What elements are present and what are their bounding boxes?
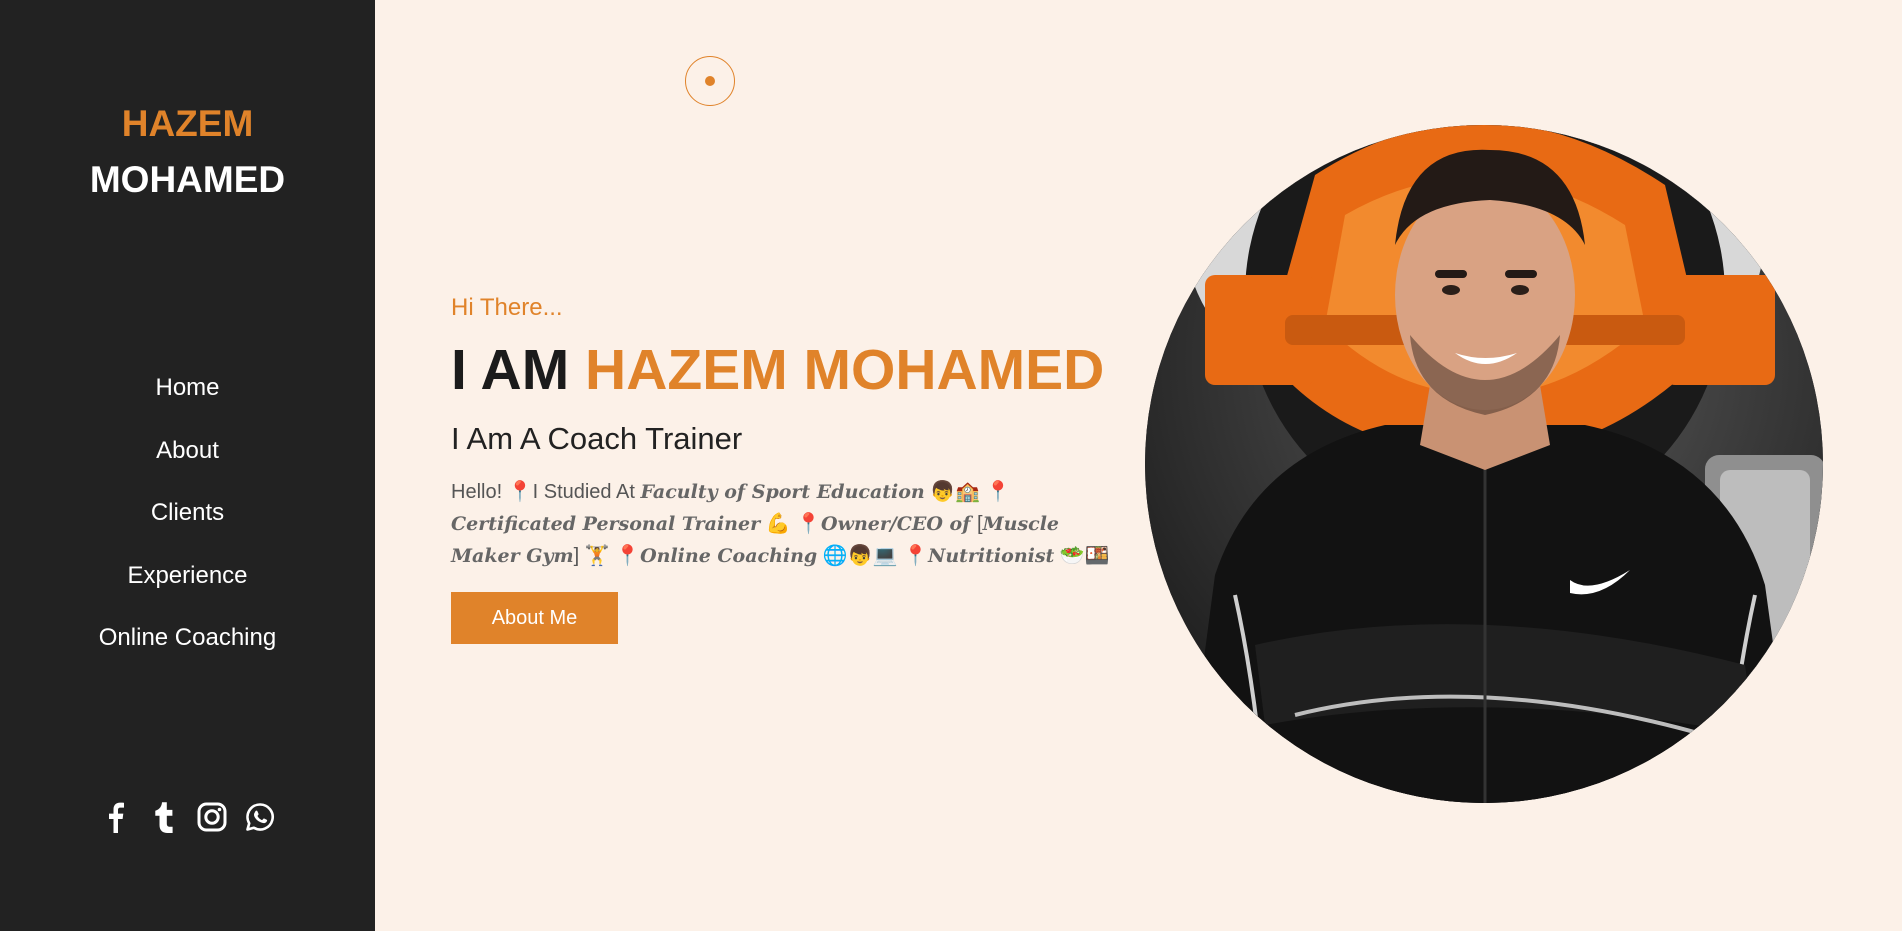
school-icon: 🏫 — [955, 481, 981, 503]
bio-online: Online Coaching — [640, 545, 818, 567]
nav-item-online-coaching[interactable]: Online Coaching — [99, 624, 276, 652]
bio-trainer: Certificated Personal Trainer — [451, 513, 761, 535]
brand-first-name: HAZEM — [121, 103, 254, 144]
sidebar: HAZEM MOHAMED Home About Clients Experie… — [0, 0, 375, 931]
nav-item-home[interactable]: Home — [155, 374, 219, 402]
headline-prefix: I AM — [451, 338, 586, 402]
bio-nutrition: Nutritionist — [927, 545, 1055, 567]
bio-studied: I Studied At — [532, 481, 641, 503]
facebook-icon[interactable] — [101, 800, 131, 834]
bio-hello: Hello! — [451, 481, 508, 503]
profile-photo — [1145, 125, 1823, 803]
pin-icon: 📍 — [985, 481, 1011, 503]
pin-icon: 📍 — [796, 513, 822, 535]
greeting: Hi There... — [451, 294, 563, 321]
bio-faculty: Faculty of Sport Education — [640, 481, 925, 503]
scroll-indicator-dot — [705, 76, 715, 86]
nav-item-clients[interactable]: Clients — [151, 499, 224, 527]
globe-icon: 🌐 — [822, 545, 848, 567]
bento-icon: 🍱 — [1084, 545, 1110, 567]
nav-item-about[interactable]: About — [156, 437, 219, 465]
brand-last-name: MOHAMED — [89, 159, 286, 200]
laptop-icon: 💻 — [872, 545, 898, 567]
headline-name: HAZEM MOHAMED — [585, 338, 1105, 402]
bio-owner: Owner/CEO of — [821, 513, 978, 535]
about-me-button[interactable]: About Me — [451, 592, 618, 644]
pin-icon: 📍 — [615, 545, 641, 567]
bio-bracket-close: ] — [573, 545, 580, 567]
weightlifter-icon: 🏋 — [584, 545, 610, 567]
whatsapp-icon[interactable] — [245, 800, 275, 834]
bio: Hello! 📍I Studied At Faculty of Sport Ed… — [451, 476, 1121, 572]
main-nav: Home About Clients Experience Online Coa… — [0, 357, 375, 670]
social-links — [0, 800, 375, 834]
boy-icon: 👦 — [930, 481, 956, 503]
tumblr-icon[interactable] — [149, 800, 179, 834]
instagram-icon[interactable] — [197, 800, 227, 834]
pin-icon: 📍 — [507, 481, 533, 503]
page-title: I AM HAZEM MOHAMED — [451, 334, 1104, 406]
salad-icon: 🥗 — [1059, 545, 1085, 567]
flexed-biceps-icon: 💪 — [765, 513, 791, 535]
subtitle: I Am A Coach Trainer — [451, 421, 743, 456]
pin-icon: 📍 — [903, 545, 928, 567]
boy-icon: 👦 — [847, 545, 873, 567]
scroll-indicator[interactable] — [685, 56, 735, 106]
nav-item-experience[interactable]: Experience — [127, 562, 247, 590]
